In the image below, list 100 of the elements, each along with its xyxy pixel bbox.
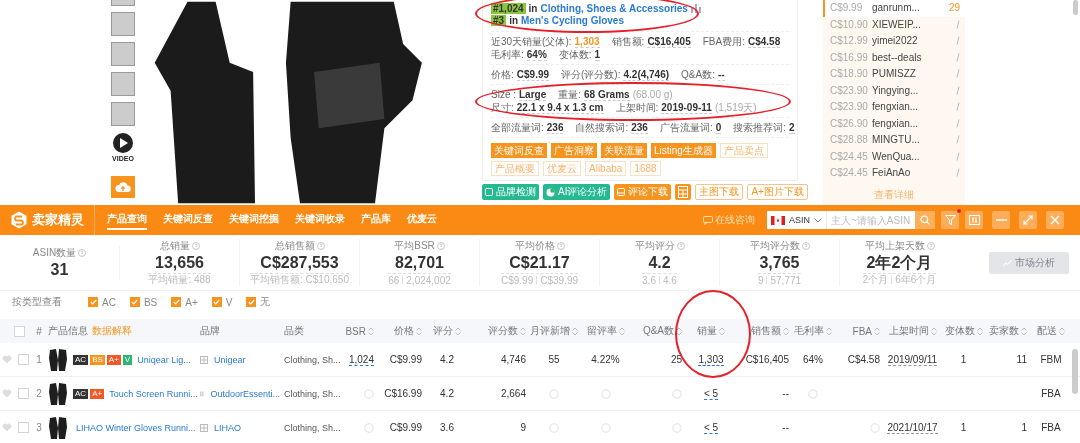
- nav-tab[interactable]: 产品查询: [107, 210, 147, 230]
- column-header[interactable]: 销量: [697, 324, 717, 338]
- upload-button[interactable]: [111, 176, 135, 198]
- calculator-button[interactable]: [675, 184, 692, 200]
- action-button[interactable]: A+图片下载: [747, 184, 808, 200]
- seller-row[interactable]: C$23.90 Yingying...: [823, 81, 965, 99]
- help-icon[interactable]: [191, 242, 200, 250]
- product-title-link[interactable]: LIHAO Winter Gloves Runni...: [76, 422, 196, 433]
- search-button[interactable]: [915, 211, 935, 229]
- sort-icon[interactable]: [930, 326, 937, 336]
- columns-button[interactable]: [965, 211, 983, 229]
- seller-row[interactable]: C$24.45 WenQua...: [823, 147, 965, 165]
- nav-tab[interactable]: 产品库: [361, 210, 391, 230]
- sort-icon[interactable]: [572, 326, 578, 336]
- grid-icon[interactable]: [200, 389, 205, 398]
- action-button[interactable]: 品牌检测: [482, 184, 539, 200]
- type-checkbox[interactable]: AC: [88, 296, 116, 308]
- sort-icon[interactable]: [618, 326, 625, 336]
- expand-button[interactable]: [1019, 211, 1037, 229]
- column-header[interactable]: 评分数: [488, 324, 518, 338]
- seller-row[interactable]: C$9.99 ganrunm... 29: [823, 0, 965, 17]
- nav-tab[interactable]: 关键词反查: [163, 210, 213, 230]
- grid-icon[interactable]: [200, 355, 208, 364]
- row-checkbox[interactable]: [17, 354, 29, 365]
- column-header[interactable]: 配送: [1037, 324, 1057, 338]
- action-button[interactable]: AI评论分析: [543, 184, 611, 200]
- column-header[interactable]: BSR: [345, 325, 366, 337]
- table-cell[interactable]: 2,664: [500, 388, 526, 399]
- marketplace-select[interactable]: ASIN: [767, 211, 827, 229]
- row-checkbox[interactable]: [17, 388, 29, 399]
- help-icon[interactable]: [436, 242, 445, 250]
- table-cell[interactable]: < 5: [703, 421, 719, 434]
- photo-placeholder[interactable]: [111, 42, 135, 66]
- table-cell[interactable]: 2021/10/17: [887, 421, 938, 434]
- brand-link[interactable]: Unigear: [214, 354, 246, 365]
- column-header[interactable]: 销售额: [751, 324, 781, 338]
- help-icon[interactable]: [78, 248, 87, 257]
- table-cell[interactable]: 4.2: [440, 354, 454, 365]
- type-checkbox[interactable]: 无: [246, 295, 271, 309]
- seller-row[interactable]: C$23.90 fengxian...: [823, 98, 965, 116]
- table-cell[interactable]: 2019/09/11: [887, 353, 938, 366]
- bar-chart-icon[interactable]: [690, 3, 701, 13]
- table-cell[interactable]: 1: [1021, 422, 1027, 433]
- select-all-checkbox[interactable]: [14, 325, 25, 337]
- sort-icon[interactable]: [455, 326, 461, 336]
- table-cell[interactable]: 4,746: [500, 354, 526, 365]
- table-cell[interactable]: C$9.99: [389, 422, 422, 433]
- help-icon[interactable]: [556, 242, 565, 250]
- column-header[interactable]: 月评新增: [530, 324, 570, 338]
- type-checkbox[interactable]: V: [211, 296, 233, 308]
- help-icon[interactable]: [676, 242, 685, 250]
- brand-link[interactable]: OutdoorEssenti...: [210, 388, 280, 399]
- category-link[interactable]: Men's Cycling Gloves: [521, 14, 624, 26]
- close-button[interactable]: [1046, 211, 1064, 229]
- seller-row[interactable]: C$24.45 FeiAnAo: [823, 164, 965, 182]
- table-cell[interactable]: 9: [520, 422, 526, 433]
- action-button[interactable]: 主图下载: [695, 184, 744, 200]
- sort-icon[interactable]: [976, 326, 983, 336]
- seller-row[interactable]: C$28.88 MINGTU...: [823, 131, 965, 149]
- filter-button[interactable]: [941, 211, 959, 229]
- column-header[interactable]: 价格: [394, 324, 414, 338]
- brand-link[interactable]: LIHAO: [214, 422, 241, 433]
- help-icon[interactable]: [316, 242, 325, 250]
- type-checkbox[interactable]: BS: [129, 296, 158, 308]
- type-checkbox[interactable]: A+: [171, 296, 198, 308]
- sort-icon[interactable]: [826, 326, 832, 336]
- seller-row[interactable]: C$16.99 best--deals: [823, 48, 965, 66]
- grid-icon[interactable]: [200, 423, 208, 432]
- sort-icon[interactable]: [1059, 326, 1065, 336]
- table-cell[interactable]: 4.2: [440, 388, 454, 399]
- sort-icon[interactable]: [1021, 326, 1027, 336]
- heart-icon[interactable]: [2, 423, 12, 432]
- seller-row[interactable]: C$26.90 fengxian...: [823, 114, 965, 132]
- category-link[interactable]: Clothing, Shoes & Accessories: [540, 2, 688, 14]
- photo-placeholder[interactable]: [111, 72, 135, 96]
- row-checkbox[interactable]: [17, 422, 29, 433]
- column-header[interactable]: 评分: [433, 324, 453, 338]
- photo-placeholder[interactable]: [111, 12, 135, 36]
- column-header[interactable]: Q&A数: [642, 324, 674, 338]
- table-cell[interactable]: < 5: [703, 387, 719, 400]
- column-header[interactable]: 留评率: [586, 324, 617, 338]
- table-cell[interactable]: C$9.99: [389, 354, 422, 365]
- scrollbar[interactable]: [1073, 0, 1078, 15]
- product-title-link[interactable]: Touch Screen Runni...: [109, 388, 198, 399]
- nav-tab[interactable]: 关键词收录: [295, 210, 345, 230]
- nav-tab[interactable]: 关键词挖掘: [229, 210, 279, 230]
- table-cell[interactable]: 3.6: [440, 422, 454, 433]
- column-header[interactable]: 上架时间: [888, 324, 929, 338]
- sort-icon[interactable]: [368, 326, 374, 336]
- scrollbar[interactable]: [1072, 349, 1078, 394]
- sort-icon[interactable]: [676, 326, 682, 336]
- table-cell[interactable]: 1,024: [348, 353, 374, 366]
- sort-icon[interactable]: [719, 326, 725, 336]
- heart-icon[interactable]: [2, 389, 12, 398]
- product-title-link[interactable]: Uniqear Lig...: [137, 354, 191, 365]
- column-header[interactable]: FBA: [852, 325, 872, 337]
- sort-icon[interactable]: [874, 326, 880, 336]
- seller-row[interactable]: C$18.90 PUMISZZ: [823, 65, 965, 83]
- seller-row[interactable]: C$12.99 yimei2022: [823, 32, 965, 50]
- heart-icon[interactable]: [2, 355, 12, 364]
